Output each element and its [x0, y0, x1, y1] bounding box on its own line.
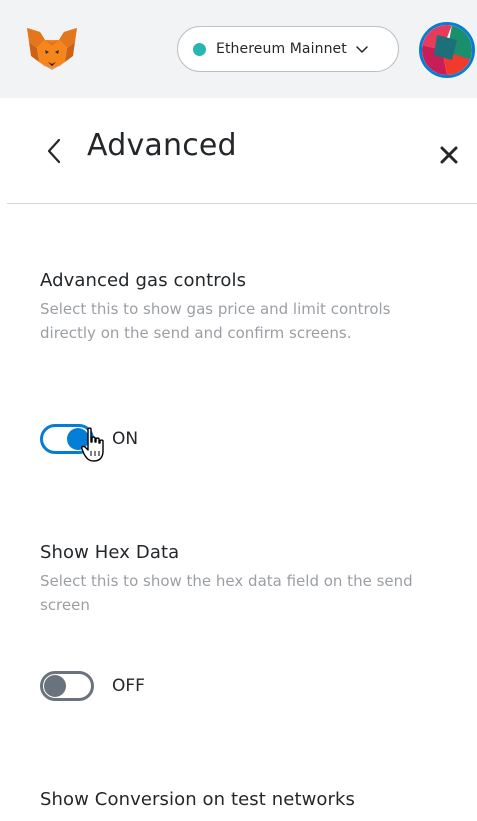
advanced-gas-toggle-row: ON — [40, 424, 138, 454]
setting-description: Select this to show the hex data field o… — [40, 572, 413, 614]
toggle-knob — [44, 675, 66, 697]
metamask-fox-icon[interactable] — [25, 26, 79, 72]
setting-advanced-gas-controls: Advanced gas controls Select this to sho… — [40, 270, 450, 345]
setting-title: Show Hex Data — [40, 542, 180, 563]
toggle-knob — [67, 428, 89, 450]
network-status-dot — [193, 42, 206, 56]
toggle-state-label: OFF — [112, 676, 145, 696]
hex-data-toggle[interactable] — [40, 671, 94, 701]
identicon-graphic — [422, 25, 472, 75]
toggle-state-label: ON — [112, 429, 139, 449]
network-name: Ethereum Mainnet — [216, 41, 347, 57]
advanced-gas-toggle[interactable] — [40, 424, 94, 454]
chevron-down-icon — [356, 46, 368, 53]
advanced-settings-list: Advanced gas controls Select this to sho… — [7, 204, 477, 821]
metamask-popup: Ethereum Mainnet Advanced Advanced gas c… — [0, 0, 477, 821]
setting-title: Show Conversion on test networks — [40, 789, 356, 810]
close-icon[interactable] — [437, 143, 461, 167]
app-header: Ethereum Mainnet — [0, 0, 477, 98]
chevron-left-icon[interactable] — [43, 136, 65, 166]
setting-description: Select this to show gas price and limit … — [40, 300, 391, 342]
network-selector[interactable]: Ethereum Mainnet — [177, 26, 399, 72]
setting-show-hex-data: Show Hex Data Select this to show the he… — [40, 542, 450, 617]
setting-title: Advanced gas controls — [40, 270, 247, 291]
hex-data-toggle-row: OFF — [40, 671, 145, 701]
setting-show-conversion-test-networks: Show Conversion on test networks — [40, 789, 450, 810]
account-identicon[interactable] — [419, 22, 475, 78]
page-title: Advanced — [87, 128, 237, 163]
settings-page-header: Advanced — [7, 98, 477, 204]
